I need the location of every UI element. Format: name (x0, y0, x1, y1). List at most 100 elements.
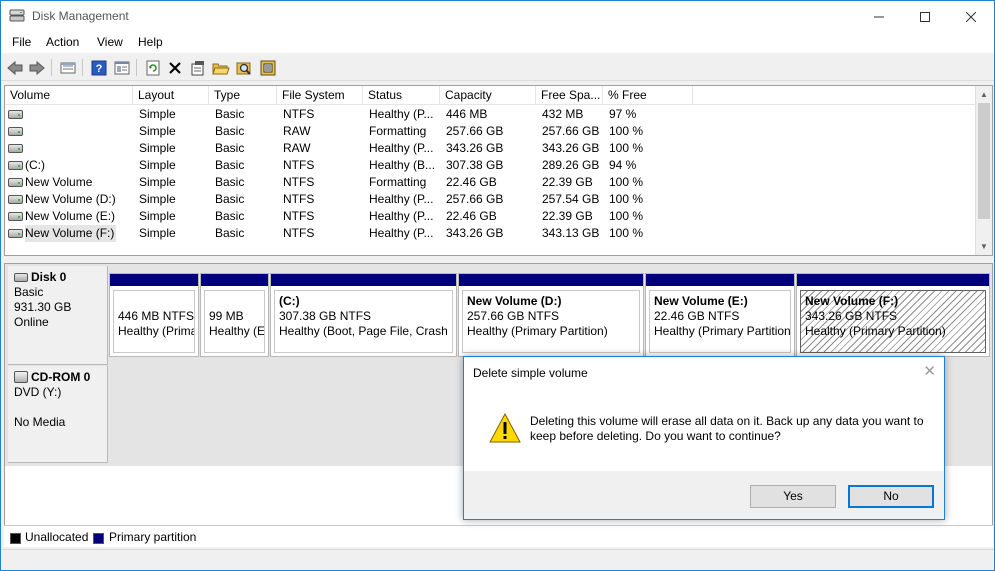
cdrom-0-label[interactable]: CD-ROM 0 DVD (Y:) No Media (8, 366, 108, 463)
menu-action[interactable]: Action (46, 35, 79, 49)
scrollbar-thumb[interactable] (978, 103, 990, 219)
drive-icon (8, 212, 23, 221)
volume-list-header: Volume Layout Type File System Status Ca… (5, 86, 992, 105)
volume-type: Basic (215, 124, 245, 138)
volume-file-system: NTFS (283, 209, 315, 223)
volume-free-space: 343.13 GB (542, 226, 600, 240)
volume-list-scrollbar[interactable]: ▲ ▼ (975, 86, 992, 255)
settings-button[interactable] (258, 58, 278, 78)
menu-help[interactable]: Help (138, 35, 163, 49)
partition-name (209, 294, 260, 309)
volume-free-space: 343.26 GB (542, 141, 600, 155)
partition-e[interactable]: New Volume (E:) 22.46 GB NTFS Healthy (P… (645, 273, 795, 357)
column-header-type[interactable]: Type (209, 86, 277, 105)
disk-size: 931.30 GB (14, 300, 72, 314)
partition-color-bar (271, 274, 456, 286)
partition-legend: Unallocated Primary partition (4, 525, 993, 547)
cd-rom-icon (14, 371, 28, 383)
properties-button[interactable] (188, 58, 208, 78)
volume-layout: Simple (139, 192, 176, 206)
menu-view[interactable]: View (97, 35, 123, 49)
forward-icon (29, 61, 45, 75)
scroll-down-icon[interactable]: ▼ (976, 238, 992, 255)
column-header-free-space[interactable]: Free Spa... (536, 86, 603, 105)
volume-percent-free: 100 % (609, 226, 644, 240)
properties-view-icon (114, 61, 130, 75)
volume-row[interactable]: Simple Basic RAW Formatting 257.66 GB 25… (5, 123, 977, 140)
volume-row[interactable]: Simple Basic RAW Healthy (P... 343.26 GB… (5, 140, 977, 157)
partition-recovery[interactable]: 446 MB NTFS Healthy (Primary Partition) (109, 273, 199, 357)
partition-c[interactable]: (C:) 307.38 GB NTFS Healthy (Boot, Page … (270, 273, 457, 357)
menu-bar: File Action View Help (1, 32, 994, 53)
volume-type: Basic (215, 107, 245, 121)
dialog-close-icon[interactable]: ✕ (923, 362, 936, 380)
scroll-up-icon[interactable]: ▲ (976, 86, 992, 103)
maximize-button[interactable] (902, 1, 948, 32)
volume-row[interactable]: New Volume (D:) Simple Basic NTFS Health… (5, 191, 977, 208)
volume-percent-free: 100 % (609, 175, 644, 189)
properties-view-button[interactable] (112, 58, 132, 78)
cdrom-state: No Media (14, 415, 66, 429)
partition-f-selected[interactable]: New Volume (F:) 343.26 GB NTFS Healthy (… (796, 273, 990, 357)
volume-layout: Simple (139, 226, 176, 240)
volume-capacity: 307.38 GB (446, 158, 504, 172)
volume-capacity: 257.66 GB (446, 124, 504, 138)
partition-size: 22.46 GB NTFS (654, 309, 740, 323)
volume-type: Basic (215, 141, 245, 155)
maximize-icon (920, 11, 930, 22)
forward-button[interactable] (27, 58, 47, 78)
unallocated-swatch (10, 533, 21, 544)
partition-details: New Volume (F:) 343.26 GB NTFS Healthy (… (800, 290, 986, 353)
volume-row[interactable]: Simple Basic NTFS Healthy (P... 446 MB 4… (5, 106, 977, 123)
back-icon (7, 61, 23, 75)
volume-row[interactable]: New Volume Simple Basic NTFS Formatting … (5, 174, 977, 191)
minimize-button[interactable] (856, 1, 902, 32)
disk-list-button[interactable] (58, 58, 78, 78)
refresh-icon (146, 60, 160, 76)
partition-d[interactable]: New Volume (D:) 257.66 GB NTFS Healthy (… (458, 273, 644, 357)
disk-list-icon (60, 62, 76, 74)
open-button[interactable] (211, 58, 231, 78)
partition-size: 307.38 GB NTFS (279, 309, 372, 323)
volume-type: Basic (215, 192, 245, 206)
disk-0-label[interactable]: Disk 0 Basic 931.30 GB Online (8, 266, 108, 365)
column-header-layout[interactable]: Layout (133, 86, 209, 105)
title-bar: Disk Management (1, 1, 994, 32)
volume-row[interactable]: New Volume (F:) Simple Basic NTFS Health… (5, 225, 977, 242)
explore-button[interactable] (234, 58, 254, 78)
volume-row[interactable]: New Volume (E:) Simple Basic NTFS Health… (5, 208, 977, 225)
partition-efi[interactable]: 99 MB Healthy (EFI System Partition) (200, 273, 269, 357)
window-title: Disk Management (32, 9, 129, 23)
partition-status: Healthy (Boot, Page File, Crash Dump, Pr… (279, 324, 452, 338)
refresh-button[interactable] (143, 58, 163, 78)
volume-free-space: 257.54 GB (542, 192, 600, 206)
column-header-capacity[interactable]: Capacity (440, 86, 536, 105)
volume-name: (C:) (25, 158, 45, 172)
volume-capacity: 446 MB (446, 107, 488, 121)
volume-layout: Simple (139, 107, 176, 121)
column-header-file-system[interactable]: File System (277, 86, 363, 105)
no-button[interactable]: No (848, 485, 934, 508)
volume-status: Formatting (369, 175, 427, 189)
delete-button[interactable] (165, 58, 185, 78)
volume-type: Basic (215, 209, 245, 223)
volume-name: New Volume (F:) (25, 225, 117, 242)
dialog-message: Deleting this volume will erase all data… (530, 414, 924, 443)
close-button[interactable] (948, 1, 994, 32)
volume-type: Basic (215, 226, 245, 240)
partition-details: (C:) 307.38 GB NTFS Healthy (Boot, Page … (274, 290, 453, 353)
column-header-percent-free[interactable]: % Free (603, 86, 693, 105)
menu-file[interactable]: File (12, 35, 31, 49)
volume-capacity: 343.26 GB (446, 226, 504, 240)
volume-status: Healthy (P... (369, 226, 434, 240)
back-button[interactable] (5, 58, 25, 78)
help-button[interactable]: ? (89, 58, 109, 78)
volume-file-system: NTFS (283, 107, 315, 121)
yes-button[interactable]: Yes (750, 485, 836, 508)
column-header-volume[interactable]: Volume (5, 86, 133, 105)
toolbar: ? (1, 54, 994, 81)
column-header-status[interactable]: Status (363, 86, 440, 105)
volume-status: Formatting (369, 124, 427, 138)
partition-status: Healthy (Primary Partition) (805, 324, 946, 338)
volume-row[interactable]: (C:) Simple Basic NTFS Healthy (B... 307… (5, 157, 977, 174)
